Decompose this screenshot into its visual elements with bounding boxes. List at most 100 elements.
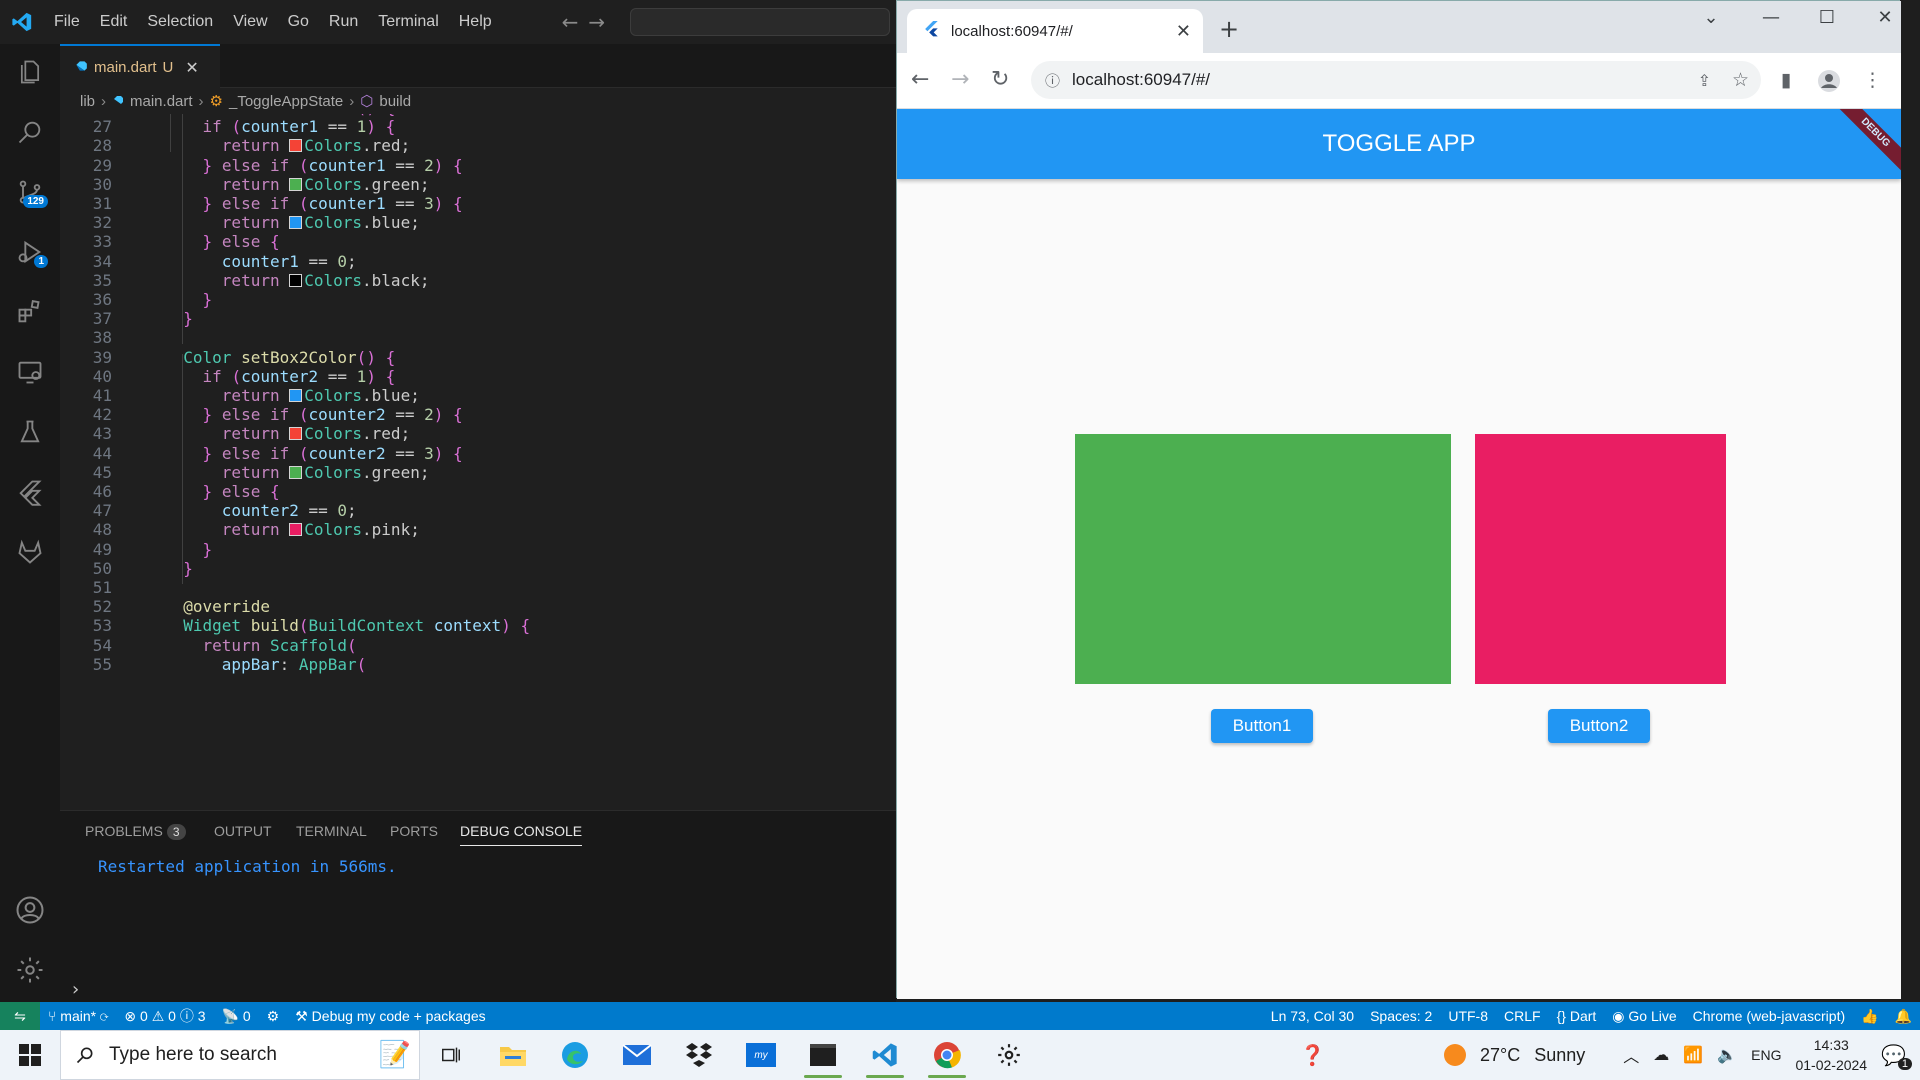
testing-flask-icon[interactable]: [10, 412, 50, 452]
tab-output[interactable]: OUTPUT: [214, 823, 272, 839]
code-line[interactable]: 35 return Colors.black;: [60, 271, 896, 290]
maximize-icon[interactable]: ☐: [1809, 7, 1845, 28]
menu-run[interactable]: Run: [319, 0, 368, 44]
tab-ports[interactable]: PORTS: [390, 823, 438, 839]
dropbox-icon[interactable]: [668, 1030, 730, 1080]
share-icon[interactable]: ⇪: [1698, 71, 1711, 90]
chevron-up-icon[interactable]: ︿: [1623, 1043, 1639, 1067]
go-live-button[interactable]: ◉ Go Live: [1604, 1008, 1684, 1025]
search-highlight-icon[interactable]: 📝: [379, 1040, 411, 1070]
code-line[interactable]: 39 Color setBox2Color() {: [60, 348, 896, 367]
settings-gear-icon[interactable]: [10, 950, 50, 990]
wifi-icon[interactable]: 📶: [1683, 1045, 1703, 1065]
source-control-icon[interactable]: 129: [10, 172, 50, 212]
code-line[interactable]: 43 return Colors.red;: [60, 424, 896, 443]
side-panel-icon[interactable]: ▮: [1781, 69, 1791, 91]
profile-avatar-icon[interactable]: [1817, 69, 1841, 98]
code-line[interactable]: 52 @override: [60, 597, 896, 616]
taskbar-search-input[interactable]: Type here to search 📝: [60, 1030, 420, 1080]
branch-indicator[interactable]: ⑂ main* ⟳: [40, 1008, 116, 1024]
run-debug-icon[interactable]: 1: [10, 232, 50, 272]
notification-center-icon[interactable]: 💬 1: [1881, 1043, 1912, 1070]
extensions-icon[interactable]: [10, 292, 50, 332]
line-ending[interactable]: CRLF: [1496, 1008, 1549, 1025]
code-editor[interactable]: 26 Color setBox1Color() {27 if (counter1…: [60, 114, 896, 810]
menu-go[interactable]: Go: [278, 0, 319, 44]
account-icon[interactable]: [10, 890, 50, 930]
address-bar[interactable]: ⓘ localhost:60947/#/ ⇪ ☆: [1031, 61, 1761, 99]
button2[interactable]: Button2: [1548, 709, 1650, 743]
color-swatch[interactable]: [289, 389, 303, 402]
problems-indicator[interactable]: ⊗ 0 ⚠ 0 ⓘ 3: [116, 1006, 213, 1026]
task-view-icon[interactable]: [420, 1030, 482, 1080]
menu-help[interactable]: Help: [449, 0, 502, 44]
forward-arrow-icon[interactable]: →: [588, 10, 605, 34]
more-menu-icon[interactable]: ⋮: [1863, 69, 1882, 91]
weather-sun-icon[interactable]: [1444, 1044, 1466, 1066]
terminal-icon[interactable]: [792, 1030, 854, 1080]
explorer-icon[interactable]: [10, 52, 50, 92]
help-icon[interactable]: ❓: [1300, 1043, 1325, 1067]
tab-debug-console[interactable]: DEBUG CONSOLE: [460, 823, 583, 846]
minimize-icon[interactable]: —: [1753, 7, 1789, 28]
close-icon[interactable]: ✕: [185, 58, 198, 77]
language-indicator[interactable]: ENG: [1751, 1047, 1781, 1063]
back-arrow-icon[interactable]: ←: [911, 67, 929, 92]
breadcrumb-item[interactable]: build: [379, 93, 411, 110]
edge-browser-icon[interactable]: [544, 1030, 606, 1080]
tab-problems[interactable]: PROBLEMS 3: [85, 823, 186, 840]
code-line[interactable]: 45 return Colors.green;: [60, 463, 896, 482]
code-line[interactable]: 55 appBar: AppBar(: [60, 655, 896, 674]
code-line[interactable]: 51: [60, 578, 896, 597]
vscode-taskbar-icon[interactable]: [854, 1030, 916, 1080]
code-line[interactable]: 42 } else if (counter2 == 2) {: [60, 405, 896, 424]
mail-icon[interactable]: [606, 1030, 668, 1080]
close-window-icon[interactable]: ✕: [1867, 7, 1903, 28]
weather-description[interactable]: Sunny: [1534, 1045, 1585, 1066]
command-center-input[interactable]: [630, 8, 890, 36]
new-tab-plus-icon[interactable]: +: [1219, 15, 1239, 43]
notifications-bell-icon[interactable]: 🔔: [1887, 1008, 1920, 1025]
menu-edit[interactable]: Edit: [90, 0, 138, 44]
settings-gear-icon[interactable]: [978, 1030, 1040, 1080]
code-line[interactable]: 33 } else {: [60, 232, 896, 251]
site-info-icon[interactable]: ⓘ: [1045, 70, 1060, 91]
encoding[interactable]: UTF-8: [1440, 1008, 1496, 1025]
volume-icon[interactable]: 🔈: [1717, 1045, 1737, 1065]
code-line[interactable]: 49 }: [60, 540, 896, 559]
code-line[interactable]: 32 return Colors.blue;: [60, 213, 896, 232]
color-swatch[interactable]: [289, 139, 303, 153]
code-line[interactable]: 36 }: [60, 290, 896, 309]
search-icon[interactable]: [10, 112, 50, 152]
color-swatch[interactable]: [289, 523, 303, 537]
indentation[interactable]: Spaces: 2: [1362, 1008, 1440, 1025]
browser-tab[interactable]: localhost:60947/#/ ✕: [907, 9, 1203, 53]
chrome-icon[interactable]: [916, 1030, 978, 1080]
code-line[interactable]: 46 } else {: [60, 482, 896, 501]
color-swatch[interactable]: [289, 177, 303, 191]
device-selector[interactable]: Chrome (web-javascript): [1685, 1008, 1853, 1025]
cursor-position[interactable]: Ln 73, Col 30: [1263, 1008, 1362, 1025]
tab-terminal[interactable]: TERMINAL: [296, 823, 367, 839]
remote-explorer-icon[interactable]: [10, 352, 50, 392]
tab-main-dart[interactable]: main.dart U ✕: [60, 44, 220, 88]
code-line[interactable]: 29 } else if (counter1 == 2) {: [60, 156, 896, 175]
color-swatch[interactable]: [289, 216, 303, 230]
code-line[interactable]: 47 counter2 == 0;: [60, 501, 896, 520]
code-line[interactable]: 41 return Colors.blue;: [60, 386, 896, 405]
menu-selection[interactable]: Selection: [137, 0, 223, 44]
remote-indicator-icon[interactable]: ⇋: [0, 1002, 40, 1030]
flutter-icon[interactable]: [10, 472, 50, 512]
debug-mode-label[interactable]: ⚒ Debug my code + packages: [287, 1008, 493, 1025]
breadcrumb-item[interactable]: _ToggleAppState: [229, 93, 343, 110]
feedback-icon[interactable]: 👍: [1853, 1008, 1886, 1025]
menu-file[interactable]: File: [44, 0, 90, 44]
code-line[interactable]: 38: [60, 328, 896, 347]
menu-terminal[interactable]: Terminal: [368, 0, 448, 44]
code-line[interactable]: 40 if (counter2 == 1) {: [60, 367, 896, 386]
ports-indicator[interactable]: 📡 0: [214, 1008, 259, 1025]
color-swatch[interactable]: [289, 273, 303, 287]
code-line[interactable]: 44 } else if (counter2 == 3) {: [60, 444, 896, 463]
bookmark-star-icon[interactable]: ☆: [1732, 69, 1749, 91]
code-line[interactable]: 37 }: [60, 309, 896, 328]
